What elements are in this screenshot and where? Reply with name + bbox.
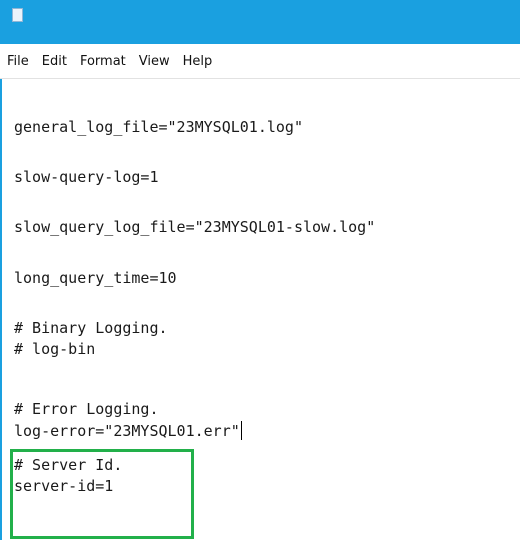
editor-line: slow_query_log_file="23MYSQL01-slow.log": [14, 218, 376, 236]
editor-line: # Error Logging.: [14, 400, 159, 418]
notepad-window: File Edit Format View Help general_log_f…: [0, 0, 520, 540]
text-caret: [240, 421, 242, 440]
menu-bar: File Edit Format View Help: [0, 44, 520, 78]
editor-line: # log-bin: [14, 340, 96, 358]
editor-line: slow-query-log=1: [14, 168, 159, 186]
menu-help[interactable]: Help: [183, 54, 213, 69]
notepad-icon[interactable]: [12, 8, 23, 22]
editor-line-text: log-error="23MYSQL01.err": [14, 422, 240, 440]
editor-line-with-caret: log-error="23MYSQL01.err": [14, 421, 242, 440]
title-bar[interactable]: [0, 0, 520, 44]
highlight-box: [10, 449, 194, 539]
menu-file[interactable]: File: [7, 54, 29, 69]
menu-format[interactable]: Format: [80, 54, 126, 69]
editor-line: long_query_time=10: [14, 269, 177, 287]
editor-line: # Binary Logging.: [14, 319, 168, 337]
menu-edit[interactable]: Edit: [42, 54, 67, 69]
editor-line: general_log_file="23MYSQL01.log": [14, 118, 303, 136]
menu-view[interactable]: View: [139, 54, 170, 69]
